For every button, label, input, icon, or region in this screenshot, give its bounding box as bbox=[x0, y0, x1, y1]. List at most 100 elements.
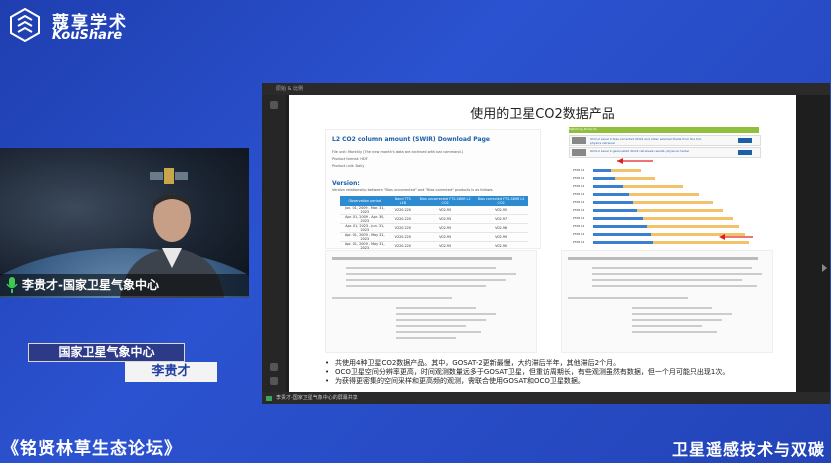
table-cell: V02.98 bbox=[474, 223, 528, 233]
table-cell: V02.99 bbox=[474, 232, 528, 242]
table-cell: V02.95 bbox=[416, 206, 475, 215]
product-row[interactable]: OCO-2 Level 2 bias-corrected XCO2 and ot… bbox=[569, 135, 761, 146]
bar-segment bbox=[633, 201, 713, 204]
logo-mark-icon bbox=[10, 8, 40, 42]
version-label: Version: bbox=[332, 180, 360, 187]
detail-line bbox=[592, 267, 752, 269]
table-row: Apr. 01, 2009 - May 31, 2023 V220.220 V0… bbox=[340, 232, 528, 242]
panel-title: L2 CO2 column amount (SWIR) Download Pag… bbox=[332, 136, 490, 143]
table-cell: Apr. 01, 2009 - Apr. 30, 2023 bbox=[340, 214, 390, 224]
bar-segment bbox=[593, 209, 637, 212]
screen-share-topbar: 原始 & 比例 bbox=[262, 83, 830, 95]
table-cell: Jun. 01, 2009 - Mar. 31, 2023 bbox=[340, 206, 390, 215]
product-row[interactable]: OCO-2 Level 2 geolocated XCO2 retrievals… bbox=[569, 147, 761, 158]
detail-line bbox=[632, 307, 712, 309]
detail-line bbox=[332, 297, 452, 299]
bar-segment bbox=[623, 185, 683, 188]
bar-label: P708 L2 bbox=[573, 176, 585, 180]
detail-line bbox=[346, 279, 506, 281]
talk-topic: 卫星遥感技术与双碳 bbox=[671, 440, 825, 459]
oco-detail-panel bbox=[561, 250, 773, 353]
table-cell: V02.97 bbox=[474, 214, 528, 224]
select-button[interactable] bbox=[738, 150, 752, 155]
gosat-detail-panel bbox=[325, 250, 537, 353]
table-cell: V220.220 bbox=[389, 223, 417, 233]
speaker-video: 李贵才-国家卫星气象中心 bbox=[0, 148, 249, 298]
bar-segment bbox=[593, 185, 623, 188]
bar-label: P708 L2 bbox=[573, 200, 585, 204]
gosat-download-panel: L2 CO2 column amount (SWIR) Download Pag… bbox=[325, 129, 541, 251]
detail-line bbox=[346, 273, 516, 275]
product-thumbnail bbox=[572, 149, 586, 156]
slide-title: 使用的卫星CO2数据产品 bbox=[470, 107, 615, 122]
bar-segment bbox=[637, 209, 723, 212]
screen-share-status-text: 李贵才-国家卫星气象中心的屏幕共享 bbox=[276, 395, 358, 401]
speaker-caption-bar: 李贵才-国家卫星气象中心 bbox=[0, 274, 249, 296]
table-cell: V220.220 bbox=[389, 214, 417, 224]
bar-label: P708 L2 bbox=[573, 240, 585, 244]
product-thumbnail bbox=[572, 137, 586, 144]
microphone-icon[interactable] bbox=[6, 277, 18, 293]
panel-line: File unit: Monthly (The new month's data… bbox=[332, 150, 464, 154]
table-header: Bias uncorrected FTS-SWIR L2 CO2 bbox=[416, 196, 475, 206]
red-arrow-icon bbox=[719, 234, 753, 240]
version-table: Observation period Band TTS L1B Bias unc… bbox=[340, 196, 528, 251]
bar-label: P708 L2 bbox=[573, 216, 585, 220]
sidebar-tool-icon[interactable] bbox=[270, 363, 278, 371]
bar-segment bbox=[615, 177, 655, 180]
koushare-logo: 蔻享学术 KouShare bbox=[8, 6, 138, 46]
bar-segment bbox=[593, 193, 629, 196]
table-row: Apr. 01, 2009 - Apr. 30, 2023 V220.220 V… bbox=[340, 214, 528, 224]
detail-line bbox=[346, 285, 486, 287]
table-row: Apr. 01, 2023 - Jun. 31, 2023 V220.220 V… bbox=[340, 223, 528, 233]
screen-share-topbar-text: 原始 & 比例 bbox=[276, 86, 304, 92]
detail-line bbox=[568, 297, 688, 299]
bar-label: P708 L2 bbox=[573, 224, 585, 228]
bar-label: P708 L2 bbox=[573, 184, 585, 188]
table-cell: V02.95 bbox=[416, 214, 475, 224]
bar-label: P708 L2 bbox=[573, 208, 585, 212]
bar-segment bbox=[593, 241, 653, 244]
detail-line bbox=[632, 319, 722, 321]
next-slide-arrow-icon[interactable] bbox=[822, 264, 827, 272]
detail-line bbox=[592, 273, 762, 275]
select-button[interactable] bbox=[738, 138, 752, 143]
table-cell: V02.95 bbox=[416, 232, 475, 242]
slide-bullets: 共使用4种卫星CO2数据产品。其中，GOSAT-2更新最慢，大约滞后半年，其他滞… bbox=[325, 359, 785, 386]
detail-line bbox=[592, 285, 757, 287]
presentation-slide: 使用的卫星CO2数据产品 L2 CO2 column amount (SWIR)… bbox=[289, 95, 796, 392]
presenter-sidebar bbox=[262, 95, 286, 392]
speaker-org-label: 国家卫星气象中心 bbox=[28, 343, 185, 362]
bar-segment bbox=[653, 241, 749, 244]
bar-segment bbox=[643, 217, 733, 220]
matching-products-header: Matching Products bbox=[569, 127, 759, 133]
detail-heading bbox=[568, 257, 758, 260]
detail-line bbox=[632, 331, 717, 333]
panel-line: Product format: HDF bbox=[332, 157, 368, 161]
bar-segment bbox=[629, 193, 699, 196]
detail-line bbox=[396, 319, 486, 321]
sidebar-tool-icon[interactable] bbox=[270, 101, 278, 109]
panel-line: Product unit: Daily bbox=[332, 164, 365, 168]
detail-line bbox=[592, 279, 742, 281]
detail-line bbox=[632, 313, 732, 315]
product-title: OCO-2 Level 2 geolocated XCO2 retrievals… bbox=[590, 149, 689, 153]
bullet-item: 共使用4种卫星CO2数据产品。其中，GOSAT-2更新最慢，大约滞后半年，其他滞… bbox=[325, 359, 785, 368]
table-cell: V02.95 bbox=[416, 223, 475, 233]
bar-label: P708 L2 bbox=[573, 168, 585, 172]
bar-segment bbox=[593, 225, 647, 228]
table-cell: Apr. 01, 2009 - May 31, 2023 bbox=[340, 232, 390, 242]
red-arrow-icon bbox=[617, 158, 653, 164]
table-header: Band TTS L1B bbox=[389, 196, 417, 206]
bar-label: P708 L2 bbox=[573, 192, 585, 196]
brand-name-en: KouShare bbox=[52, 28, 123, 43]
bullet-item: 为获得更密集的空间采样和更高频的观测，需联合使用GOSAT和OCO卫星数据。 bbox=[325, 377, 785, 386]
screen-share-icon bbox=[266, 396, 272, 401]
speaker-name-label: 李贵才 bbox=[125, 362, 217, 382]
sidebar-tool-icon[interactable] bbox=[270, 377, 278, 385]
bullet-item: OCO卫星空间分辨率更高，时间观测数量远多于GOSAT卫星，但重访周期长，有些观… bbox=[325, 368, 785, 377]
speaker-caption: 李贵才-国家卫星气象中心 bbox=[22, 278, 159, 292]
bar-segment bbox=[611, 169, 641, 172]
product-title: OCO-2 Level 2 bias-corrected XCO2 and ot… bbox=[590, 137, 702, 145]
table-cell: Apr. 01, 2023 - Jun. 31, 2023 bbox=[340, 223, 390, 233]
